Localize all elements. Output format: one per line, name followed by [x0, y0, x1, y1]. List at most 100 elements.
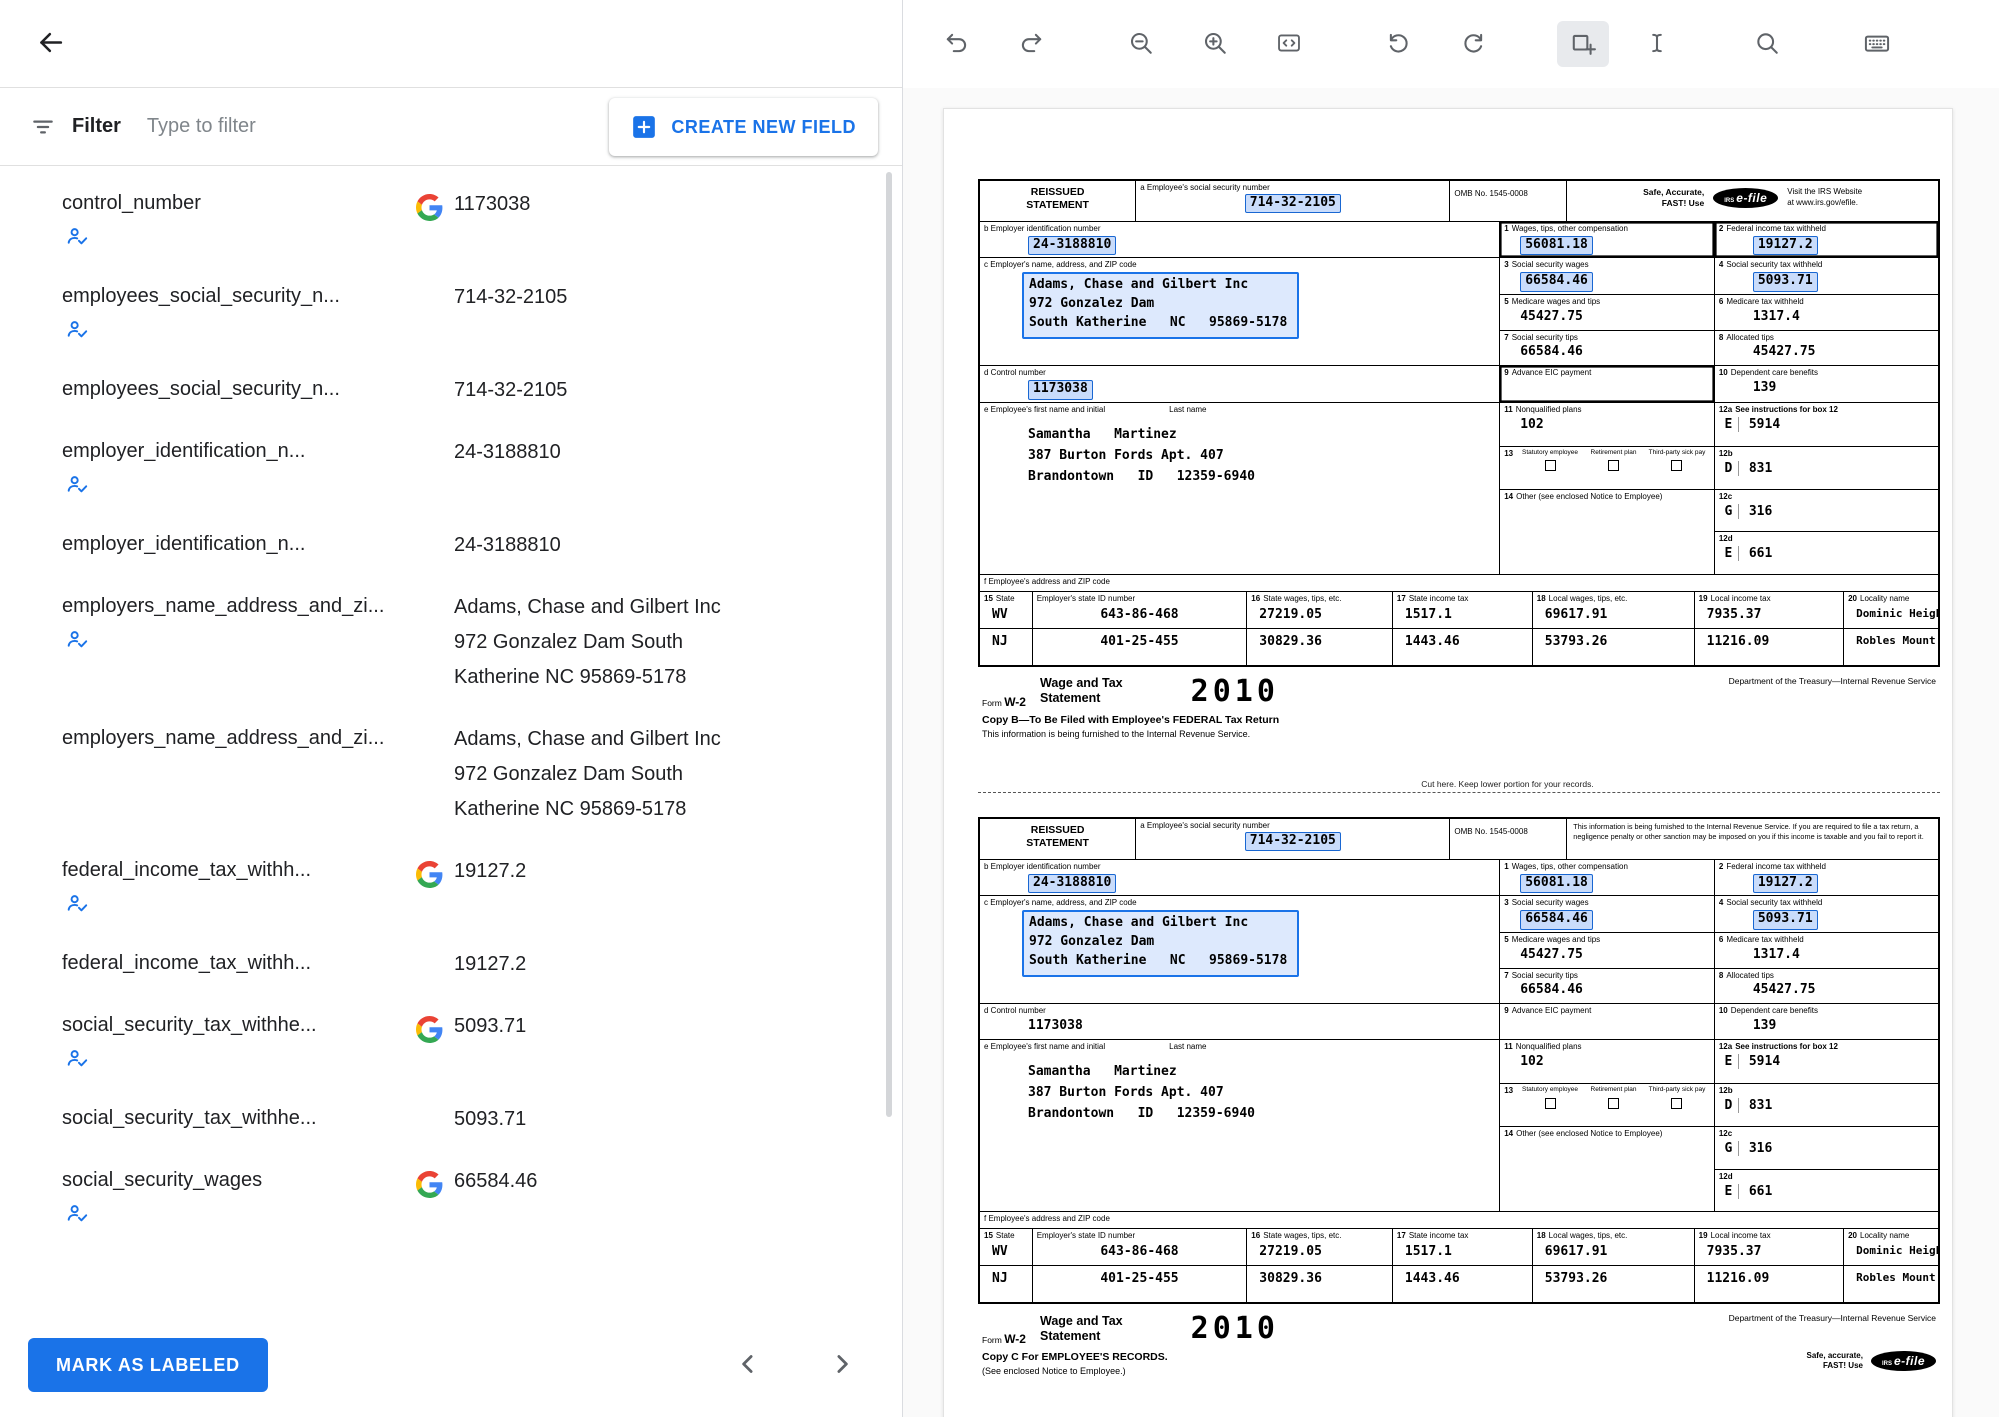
- omb-number: OMB No. 1545-0008: [1449, 819, 1566, 859]
- zoom-in-icon: [1202, 30, 1228, 59]
- field-name: social_security_tax_withhe...: [62, 1107, 454, 1130]
- ssn-annotation[interactable]: 714-32-2105: [1245, 194, 1341, 214]
- box-6-medicare-tax: 6Medicare tax withheld 1317.4: [1714, 295, 1938, 330]
- field-name-block: social_security_wages: [62, 1169, 454, 1230]
- field-list-item[interactable]: control_number 1173038: [0, 170, 902, 263]
- undo-button[interactable]: [931, 21, 983, 67]
- prev-page-button[interactable]: [724, 1341, 772, 1389]
- statutory-employee-checkbox[interactable]: [1545, 460, 1556, 471]
- employer-state-id-row2: 401-25-455: [1032, 629, 1247, 665]
- field-value: 19127.2: [454, 859, 526, 889]
- control-number-annotation[interactable]: 1173038: [1028, 1018, 1083, 1033]
- field-value-text: 19127.2: [454, 854, 526, 889]
- add-bounding-box-button[interactable]: [1557, 21, 1609, 67]
- filter-label: Filter: [72, 115, 121, 138]
- tax-year: 2010: [1191, 674, 1279, 709]
- box-12c: 12c G316: [1715, 490, 1938, 532]
- ssn-annotation[interactable]: 714-32-2105: [1245, 832, 1341, 852]
- box-a-employee-ssn: a Employee's social security number 714-…: [1135, 181, 1449, 221]
- next-page-button[interactable]: [818, 1341, 866, 1389]
- field-list-item[interactable]: employees_social_security_n... 714-32-21…: [0, 356, 902, 418]
- field-name-block: employees_social_security_n...: [62, 285, 454, 346]
- field-name-block: employer_identification_n...: [62, 533, 454, 556]
- wages-annotation[interactable]: 56081.18: [1520, 874, 1593, 894]
- w2-copy-info: Copy B—To Be Filed with Employee's FEDER…: [978, 711, 1940, 739]
- filter-input[interactable]: [147, 115, 427, 138]
- box-b-ein: b Employer identification number 24-3188…: [980, 222, 1499, 257]
- federal-tax-annotation[interactable]: 19127.2: [1753, 874, 1818, 894]
- box-8-allocated-tips: 8Allocated tips 45427.75: [1714, 969, 1938, 1004]
- code-view-button[interactable]: [1263, 21, 1315, 67]
- zoom-out-button[interactable]: [1115, 21, 1167, 67]
- rotate-left-button[interactable]: [1373, 21, 1425, 67]
- box-d-control-number: d Control number 1173038: [980, 1004, 1499, 1039]
- field-list-item[interactable]: federal_income_tax_withh... 19127.2: [0, 930, 902, 992]
- ein-annotation[interactable]: 24-3188810: [1028, 236, 1116, 256]
- code-brackets-icon: [1276, 30, 1302, 59]
- retirement-plan-checkbox[interactable]: [1608, 1098, 1619, 1109]
- field-list-item[interactable]: social_security_tax_withhe... 5093.71: [0, 1085, 902, 1147]
- box-3-ss-wages: 3Social security wages 66584.46: [1500, 896, 1714, 931]
- text-selection-button[interactable]: [1631, 21, 1683, 67]
- redo-button[interactable]: [1005, 21, 1057, 67]
- panel-scrollbar[interactable]: [886, 172, 892, 1117]
- third-party-sick-pay-checkbox[interactable]: [1671, 1098, 1682, 1109]
- field-value-text: 1173038: [454, 187, 530, 222]
- box-2-federal-tax-withheld: 2Federal income tax withheld 19127.2: [1714, 860, 1938, 895]
- box-7-ss-tips: 7Social security tips 66584.46: [1500, 969, 1714, 1004]
- field-list-item[interactable]: social_security_tax_withhe... 5093.71: [0, 992, 902, 1085]
- undo-icon: [944, 30, 970, 59]
- retirement-plan-checkbox[interactable]: [1608, 460, 1619, 471]
- search-button[interactable]: [1741, 21, 1793, 67]
- redo-icon: [1018, 30, 1044, 59]
- zoom-in-button[interactable]: [1189, 21, 1241, 67]
- field-name: federal_income_tax_withh...: [62, 859, 454, 882]
- field-list-item[interactable]: social_security_wages 66584.46: [0, 1147, 902, 1240]
- field-value-text: 24-3188810: [454, 528, 561, 563]
- box-8-allocated-tips: 8Allocated tips 45427.75: [1714, 331, 1938, 366]
- viewer-toolbar: [903, 0, 1999, 88]
- employer-address-annotation[interactable]: Adams, Chase and Gilbert Inc 972 Gonzale…: [1022, 272, 1299, 339]
- back-button[interactable]: [26, 20, 74, 68]
- ein-annotation[interactable]: 24-3188810: [1028, 874, 1116, 894]
- create-new-field-button[interactable]: CREATE NEW FIELD: [609, 98, 878, 156]
- mark-as-labeled-button[interactable]: MARK AS LABELED: [28, 1338, 268, 1392]
- box-c-employer-info: c Employer's name, address, and ZIP code…: [980, 258, 1499, 365]
- box-b-ein: b Employer identification number 24-3188…: [980, 860, 1499, 895]
- keyboard-shortcuts-button[interactable]: [1851, 21, 1903, 67]
- tax-year: 2010: [1191, 1311, 1279, 1346]
- employer-address-annotation[interactable]: Adams, Chase and Gilbert Inc 972 Gonzale…: [1022, 910, 1299, 977]
- statutory-employee-checkbox[interactable]: [1545, 1098, 1556, 1109]
- box-10-dependent-care: 10Dependent care benefits 139: [1714, 366, 1938, 401]
- department-text: Department of the Treasury—Internal Reve…: [1729, 1311, 1936, 1323]
- filter-bar: Filter CREATE NEW FIELD: [0, 88, 902, 166]
- ss-wages-annotation[interactable]: 66584.46: [1520, 910, 1593, 930]
- third-party-sick-pay-checkbox[interactable]: [1671, 460, 1682, 471]
- field-value: 24-3188810: [454, 533, 561, 563]
- field-list-item[interactable]: employers_name_address_and_zi... Adams, …: [0, 573, 902, 705]
- field-name: federal_income_tax_withh...: [62, 952, 454, 975]
- federal-tax-annotation[interactable]: 19127.2: [1753, 236, 1818, 256]
- ss-wages-annotation[interactable]: 66584.46: [1520, 272, 1593, 292]
- field-list-item[interactable]: federal_income_tax_withh... 19127.2: [0, 837, 902, 930]
- box-19-local-income-tax: 19Local income tax 7935.37: [1694, 592, 1843, 628]
- ss-tax-annotation[interactable]: 5093.71: [1753, 910, 1818, 930]
- box-15-state-row2: NJ: [980, 1266, 1032, 1302]
- box-4-ss-tax-withheld: 4Social security tax withheld 5093.71: [1714, 258, 1938, 293]
- control-number-annotation[interactable]: 1173038: [1028, 380, 1093, 400]
- google-icon: [416, 1016, 443, 1043]
- arrow-left-icon: [35, 27, 66, 61]
- field-name: social_security_wages: [62, 1169, 454, 1192]
- field-list-item[interactable]: employer_identification_n... 24-3188810: [0, 511, 902, 573]
- box-18-local-wages: 18Local wages, tips, etc. 69617.91: [1532, 592, 1694, 628]
- field-value: 714-32-2105: [454, 285, 567, 315]
- rotate-right-button[interactable]: [1447, 21, 1499, 67]
- box-10-dependent-care: 10Dependent care benefits 139: [1714, 1004, 1938, 1039]
- box-3-ss-wages: 3Social security wages 66584.46: [1500, 258, 1714, 293]
- field-list-item[interactable]: employees_social_security_n... 714-32-21…: [0, 263, 902, 356]
- wages-annotation[interactable]: 56081.18: [1520, 236, 1593, 256]
- field-list-item[interactable]: employers_name_address_and_zi... Adams, …: [0, 705, 902, 837]
- reissued-statement: REISSUED STATEMENT: [980, 819, 1135, 859]
- field-list-item[interactable]: employer_identification_n... 24-3188810: [0, 418, 902, 511]
- ss-tax-annotation[interactable]: 5093.71: [1753, 272, 1818, 292]
